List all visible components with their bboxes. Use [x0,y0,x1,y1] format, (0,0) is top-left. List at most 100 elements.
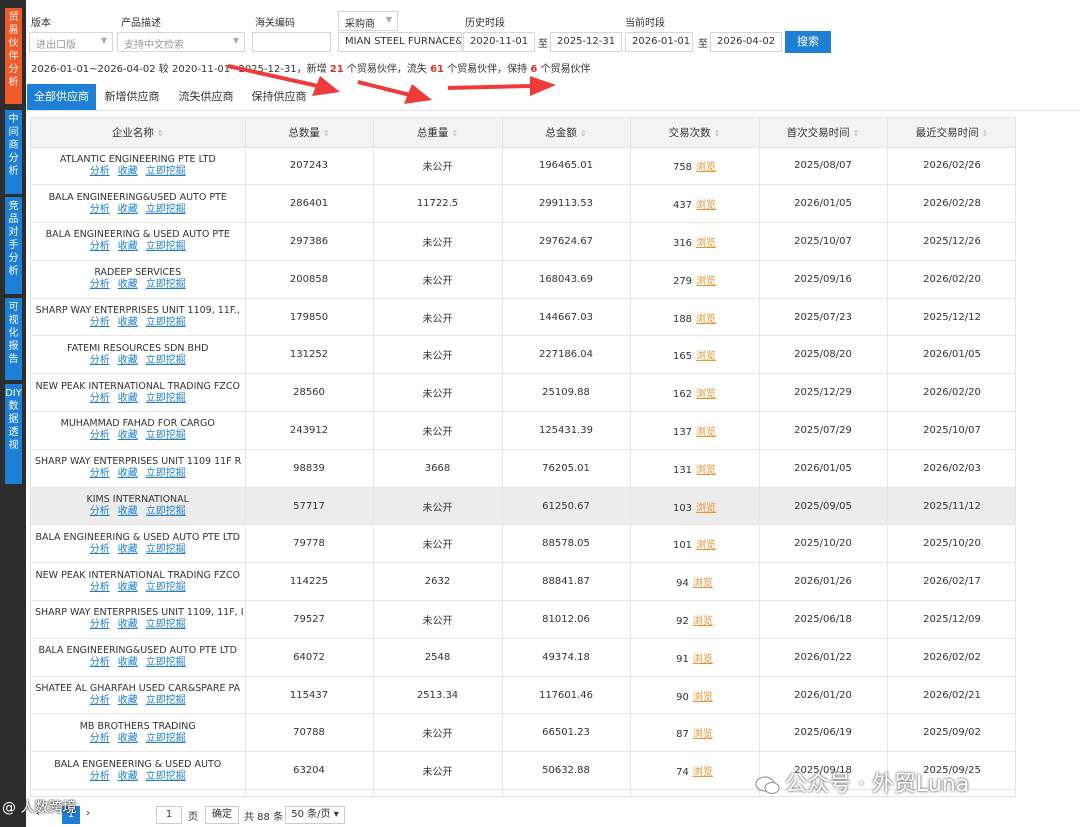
favorite-link[interactable]: 收藏 [118,393,138,404]
browse-link[interactable]: 浏览 [696,276,716,287]
page-size-select[interactable]: 50 条/页 ▾ [285,806,345,824]
col-total-qty[interactable]: 总数量 ⇕ [245,118,374,148]
analyze-link[interactable]: 分析 [90,506,110,517]
company-name[interactable]: BALA ENGINEERING & USED AUTO PTE [31,229,245,241]
mine-now-link[interactable]: 立即挖掘 [146,279,186,290]
browse-link[interactable]: 浏览 [696,503,716,514]
company-name[interactable]: MB BROTHERS TRADING [31,721,245,733]
col-total-amount[interactable]: 总金额 ⇕ [502,118,631,148]
favorite-link[interactable]: 收藏 [118,582,138,593]
current-start-input[interactable]: 2026-01-01 [625,32,693,52]
buyer-type-select[interactable]: 采购商 ▼ [338,11,398,31]
current-end-input[interactable]: 2026-04-02 [710,32,782,52]
mine-now-link[interactable]: 立即挖掘 [146,430,186,441]
browse-link[interactable]: 浏览 [693,616,713,627]
favorite-link[interactable]: 收藏 [118,506,138,517]
history-start-input[interactable]: 2020-11-01 [463,32,535,52]
analyze-link[interactable]: 分析 [90,695,110,706]
analyze-link[interactable]: 分析 [90,733,110,744]
side-tab-intermediary[interactable]: 中间商分析 [5,110,22,194]
product-input[interactable]: 支持中文检索 ▼ [117,32,245,52]
mine-now-link[interactable]: 立即挖掘 [146,506,186,517]
mine-now-link[interactable]: 立即挖掘 [146,317,186,328]
browse-link[interactable]: 浏览 [696,540,716,551]
browse-link[interactable]: 浏览 [696,351,716,362]
page-jump-input[interactable]: 1 [156,806,182,824]
company-name[interactable]: NEW PEAK INTERNATIONAL TRADING FZCO [31,381,245,393]
hs-input[interactable] [252,32,331,52]
company-name[interactable]: SHARP WAY ENTERPRISES UNIT 1109 11F R [31,456,245,468]
browse-link[interactable]: 浏览 [693,578,713,589]
side-tab-competitor[interactable]: 竞品对手分析 [5,197,22,294]
mine-now-link[interactable]: 立即挖掘 [146,695,186,706]
search-button[interactable]: 搜索 [785,31,831,53]
browse-link[interactable]: 浏览 [693,729,713,740]
tab-new-suppliers[interactable]: 新增供应商 [99,84,165,110]
side-tab-visual-report[interactable]: 可视化报告 [5,298,22,380]
company-name[interactable]: NEW PEAK INTERNATIONAL TRADING FZCO [31,570,245,582]
browse-link[interactable]: 浏览 [696,465,716,476]
history-end-input[interactable]: 2025-12-31 [550,32,622,52]
confirm-button[interactable]: 确定 [205,806,239,824]
version-select[interactable]: 进出口版 ▼ [29,32,113,52]
col-trade-count[interactable]: 交易次数 ⇕ [630,118,760,148]
buyer-input[interactable]: MIAN STEEL FURNACE&R [338,32,462,52]
favorite-link[interactable]: 收藏 [118,317,138,328]
browse-link[interactable]: 浏览 [693,692,713,703]
favorite-link[interactable]: 收藏 [118,733,138,744]
company-name[interactable]: SHARP WAY ENTERPRISES UNIT 1109, 11F., [31,305,245,317]
company-name[interactable]: FATEMI RESOURCES SDN BHD [31,343,245,355]
analyze-link[interactable]: 分析 [90,657,110,668]
company-name[interactable]: BALA ENGINEERING&USED AUTO PTE LTD [31,645,245,657]
mine-now-link[interactable]: 立即挖掘 [146,204,186,215]
favorite-link[interactable]: 收藏 [118,695,138,706]
analyze-link[interactable]: 分析 [90,355,110,366]
next-page-icon[interactable]: › [86,808,90,819]
favorite-link[interactable]: 收藏 [118,544,138,555]
browse-link[interactable]: 浏览 [696,238,716,249]
mine-now-link[interactable]: 立即挖掘 [146,733,186,744]
analyze-link[interactable]: 分析 [90,544,110,555]
browse-link[interactable]: 浏览 [693,654,713,665]
company-name[interactable]: SHARP WAY ENTERPRISES UNIT 1109, 11F, I [31,607,245,619]
browse-link[interactable]: 浏览 [696,427,716,438]
analyze-link[interactable]: 分析 [90,241,110,252]
favorite-link[interactable]: 收藏 [118,430,138,441]
mine-now-link[interactable]: 立即挖掘 [146,619,186,630]
side-tab-trade-partner[interactable]: 贸易伙伴分析 [5,8,22,104]
analyze-link[interactable]: 分析 [90,204,110,215]
mine-now-link[interactable]: 立即挖掘 [146,355,186,366]
mine-now-link[interactable]: 立即挖掘 [146,241,186,252]
col-total-weight[interactable]: 总重量 ⇕ [373,118,503,148]
col-last-trade[interactable]: 最近交易时间 ⇕ [887,118,1015,148]
favorite-link[interactable]: 收藏 [118,204,138,215]
analyze-link[interactable]: 分析 [90,166,110,177]
company-name[interactable]: KIMS INTERNATIONAL [31,494,245,506]
analyze-link[interactable]: 分析 [90,430,110,441]
company-name[interactable]: BALA ENGINEERING & USED AUTO PTE LTD [31,532,245,544]
analyze-link[interactable]: 分析 [90,393,110,404]
mine-now-link[interactable]: 立即挖掘 [146,544,186,555]
favorite-link[interactable]: 收藏 [118,355,138,366]
favorite-link[interactable]: 收藏 [118,657,138,668]
company-name[interactable]: BALA ENGENEERING & USED AUTO [31,759,245,771]
analyze-link[interactable]: 分析 [90,279,110,290]
tab-all-suppliers[interactable]: 全部供应商 [27,84,96,110]
analyze-link[interactable]: 分析 [90,619,110,630]
analyze-link[interactable]: 分析 [90,317,110,328]
browse-link[interactable]: 浏览 [693,767,713,778]
favorite-link[interactable]: 收藏 [118,166,138,177]
mine-now-link[interactable]: 立即挖掘 [146,657,186,668]
col-company-name[interactable]: 企业名称 ⇕ [31,118,246,148]
mine-now-link[interactable]: 立即挖掘 [146,468,186,479]
analyze-link[interactable]: 分析 [90,582,110,593]
browse-link[interactable]: 浏览 [696,162,716,173]
col-first-trade[interactable]: 首次交易时间 ⇕ [759,118,888,148]
favorite-link[interactable]: 收藏 [118,241,138,252]
browse-link[interactable]: 浏览 [696,389,716,400]
company-name[interactable]: ATLANTIC ENGINEERING PTE LTD [31,154,245,166]
favorite-link[interactable]: 收藏 [118,619,138,630]
favorite-link[interactable]: 收藏 [118,771,138,782]
company-name[interactable]: SHATEE AL GHARFAH USED CAR&SPARE PA [31,683,245,695]
mine-now-link[interactable]: 立即挖掘 [146,582,186,593]
